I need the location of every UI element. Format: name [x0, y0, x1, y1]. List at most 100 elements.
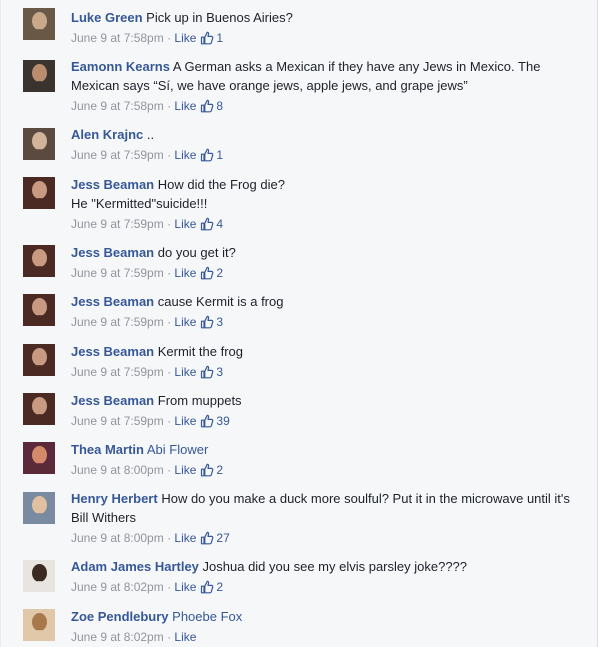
like-button[interactable]: Like — [174, 531, 196, 545]
like-count: 1 — [216, 148, 224, 162]
tagged-friend-link[interactable]: Abi Flower — [147, 442, 208, 457]
avatar[interactable] — [23, 442, 55, 474]
comment-timestamp-link[interactable]: June 9 at 7:59pm — [71, 148, 164, 162]
like-count: 3 — [216, 365, 224, 379]
like-count-link[interactable]: 1 — [196, 31, 223, 45]
comment-timestamp-link[interactable]: June 9 at 7:58pm — [71, 99, 164, 113]
comment-timestamp-link[interactable]: June 9 at 8:00pm — [71, 463, 164, 477]
like-count: 4 — [216, 217, 224, 231]
avatar[interactable] — [23, 393, 55, 425]
avatar[interactable] — [23, 177, 55, 209]
avatar[interactable] — [23, 294, 55, 326]
comment-meta: June 9 at 8:00pm · Like 27 — [71, 529, 230, 547]
like-button[interactable]: Like — [174, 99, 196, 113]
comment-author-link[interactable]: Alen Krajnc — [71, 127, 143, 142]
comment-author-link[interactable]: Adam James Hartley — [71, 559, 199, 574]
comment-body: Henry Herbert How do you make a duck mor… — [71, 489, 586, 527]
comment-author-link[interactable]: Jess Beaman — [71, 393, 154, 408]
like-count-link[interactable]: 27 — [196, 531, 230, 545]
like-button[interactable]: Like — [174, 148, 196, 162]
like-count-link[interactable]: 1 — [196, 148, 223, 162]
like-button[interactable]: Like — [174, 630, 196, 644]
comment-timestamp-link[interactable]: June 9 at 7:59pm — [71, 217, 164, 231]
meta-separator: · — [163, 365, 175, 379]
avatar[interactable] — [23, 60, 55, 92]
avatar[interactable] — [23, 609, 55, 641]
comment-body: Adam James Hartley Joshua did you see my… — [71, 557, 586, 576]
thumbs-up-icon — [201, 315, 214, 329]
like-count: 8 — [216, 99, 224, 113]
like-button[interactable]: Like — [174, 266, 196, 280]
thumbs-up-icon — [201, 148, 214, 162]
comment-meta: June 9 at 8:02pm · Like — [71, 628, 196, 646]
tagged-friend-link[interactable]: Phoebe Fox — [172, 609, 242, 624]
like-button[interactable]: Like — [174, 217, 196, 231]
thumbs-up-icon — [201, 266, 214, 280]
like-count-link[interactable]: 39 — [196, 414, 230, 428]
avatar[interactable] — [23, 492, 55, 524]
comment-meta: June 9 at 7:59pm · Like 3 — [71, 363, 223, 381]
meta-separator: · — [163, 414, 175, 428]
comment-author-link[interactable]: Jess Beaman — [71, 294, 154, 309]
comment-body: Jess Beaman Kermit the frog — [71, 342, 586, 361]
like-button[interactable]: Like — [174, 315, 196, 329]
avatar[interactable] — [23, 8, 55, 40]
comment-author-link[interactable]: Jess Beaman — [71, 177, 154, 192]
comment-author-link[interactable]: Henry Herbert — [71, 491, 158, 506]
thumbs-up-icon — [201, 531, 214, 545]
like-count-link[interactable]: 2 — [196, 266, 223, 280]
comment-body: Alen Krajnc .. — [71, 125, 586, 144]
comment-author-link[interactable]: Zoe Pendlebury — [71, 609, 169, 624]
comment-body: Thea Martin Abi Flower — [71, 440, 586, 459]
comment-timestamp-link[interactable]: June 9 at 7:59pm — [71, 365, 164, 379]
meta-separator: · — [163, 31, 175, 45]
avatar[interactable] — [23, 128, 55, 160]
like-count: 27 — [216, 531, 230, 545]
like-count-link[interactable]: 3 — [196, 315, 223, 329]
like-button[interactable]: Like — [174, 365, 196, 379]
like-count-link[interactable]: 2 — [196, 463, 223, 477]
comment-text: cause Kermit is a frog — [157, 294, 284, 309]
like-button[interactable]: Like — [174, 31, 196, 45]
comment-timestamp-link[interactable]: June 9 at 7:59pm — [71, 414, 164, 428]
like-count-link[interactable]: 8 — [196, 99, 223, 113]
avatar[interactable] — [23, 245, 55, 277]
meta-separator: · — [163, 99, 175, 113]
meta-separator: · — [163, 217, 175, 231]
comment-author-link[interactable]: Jess Beaman — [71, 245, 154, 260]
like-button[interactable]: Like — [174, 414, 196, 428]
comment-meta: June 9 at 7:59pm · Like 39 — [71, 412, 230, 430]
avatar[interactable] — [23, 560, 55, 592]
comment-meta: June 9 at 7:58pm · Like 1 — [71, 29, 223, 47]
comment-timestamp-link[interactable]: June 9 at 7:59pm — [71, 266, 164, 280]
thumbs-up-icon — [201, 365, 214, 379]
comment-meta: June 9 at 8:00pm · Like 2 — [71, 461, 223, 479]
meta-separator: · — [163, 148, 175, 162]
meta-separator: · — [163, 315, 175, 329]
comment-timestamp-link[interactable]: June 9 at 7:59pm — [71, 315, 164, 329]
comment-timestamp-link[interactable]: June 9 at 8:00pm — [71, 531, 164, 545]
like-count-link[interactable]: 3 — [196, 365, 223, 379]
like-button[interactable]: Like — [174, 463, 196, 477]
comment-timestamp-link[interactable]: June 9 at 7:58pm — [71, 31, 164, 45]
comment-timestamp-link[interactable]: June 9 at 8:02pm — [71, 630, 164, 644]
comment-author-link[interactable]: Eamonn Kearns — [71, 59, 170, 74]
comment-author-link[interactable]: Luke Green — [71, 10, 143, 25]
like-button[interactable]: Like — [174, 580, 196, 594]
like-count: 3 — [216, 315, 224, 329]
comment-text: do you get it? — [157, 245, 236, 260]
like-count-link[interactable]: 4 — [196, 217, 223, 231]
comment-timestamp-link[interactable]: June 9 at 8:02pm — [71, 580, 164, 594]
comment-author-link[interactable]: Jess Beaman — [71, 344, 154, 359]
thumbs-up-icon — [201, 414, 214, 428]
thumbs-up-icon — [201, 99, 214, 113]
comment-text: Kermit the frog — [157, 344, 244, 359]
comment-author-link[interactable]: Thea Martin — [71, 442, 144, 457]
thumbs-up-icon — [201, 31, 214, 45]
avatar[interactable] — [23, 344, 55, 376]
meta-separator: · — [163, 531, 175, 545]
comment-body: Eamonn Kearns A German asks a Mexican if… — [71, 57, 586, 95]
like-count-link[interactable]: 2 — [196, 580, 223, 594]
comment-text: Pick up in Buenos Airies? — [146, 10, 293, 25]
comment-text: From muppets — [157, 393, 242, 408]
